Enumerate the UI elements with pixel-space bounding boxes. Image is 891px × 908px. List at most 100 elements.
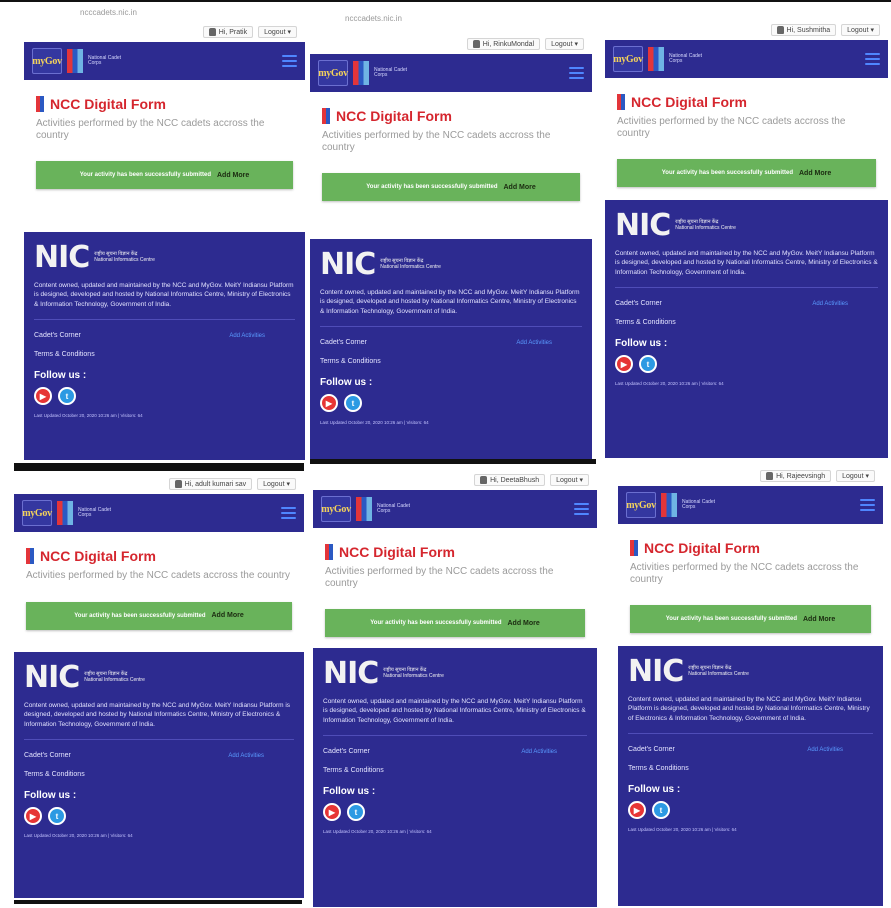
logout-label: Logout [264,29,286,36]
logout-button[interactable]: Logout ▾ [258,26,297,38]
nic-logo-mark: NIC [615,208,671,243]
footer-row-terms: Terms & Conditions [323,767,587,774]
terms-link[interactable]: Terms & Conditions [320,358,381,365]
terms-link[interactable]: Terms & Conditions [615,319,676,326]
page-title: NCC Digital Form [339,544,455,560]
user-greeting[interactable]: Hi, DeetaBhush [474,474,546,486]
add-more-button[interactable]: Add More [503,184,535,191]
twitter-icon[interactable]: t [344,394,362,413]
browser-url-hint: ncccadets.nic.in [345,14,402,23]
nic-logo: NIC राष्ट्रीय सूचना विज्ञान केंद्र Nation… [615,208,878,243]
hamburger-menu-icon[interactable] [281,507,296,519]
twitter-icon[interactable]: t [652,801,670,820]
mobile-screenshot: Hi, Rajeevsingh Logout ▾ myGov National … [618,466,883,906]
twitter-icon[interactable]: t [58,387,76,406]
add-activities-link[interactable]: Add Activities [807,747,843,753]
nic-logo: NIC राष्ट्रीय सूचना विज्ञान केंद्र Nation… [323,659,587,689]
logo-cluster[interactable]: myGov National Cadet Corps [318,60,414,86]
hamburger-menu-icon[interactable] [282,55,297,67]
title-row: NCC Digital Form [325,544,585,560]
form-body: NCC Digital Form Activities performed by… [618,524,883,633]
logo-cluster[interactable]: myGov National Cadet Corps [613,46,709,72]
page-subtitle: Activities performed by the NCC cadets a… [630,562,859,585]
footer-row-cadets: Cadet's Corner Add Activities [628,746,873,753]
twitter-icon[interactable]: t [639,355,657,374]
twitter-icon[interactable]: t [48,807,66,826]
user-icon [174,480,182,488]
cadets-corner-link[interactable]: Cadet's Corner [615,300,662,307]
page-title: NCC Digital Form [40,548,156,564]
screenshot-collage: { "browser_hints": ["ncccadets.nic.in", … [0,0,891,908]
form-body: NCC Digital Form Activities performed by… [313,528,597,637]
add-activities-link[interactable]: Add Activities [228,753,264,759]
logout-label: Logout [842,473,864,480]
hamburger-menu-icon[interactable] [865,53,880,65]
success-text: Your activity has been successfully subm… [74,612,206,619]
ncc-flag-icon [325,544,333,560]
site-footer: NIC राष्ट्रीय सूचना विज्ञान केंद्र Nation… [14,652,304,898]
add-more-button[interactable]: Add More [217,172,249,179]
user-greeting[interactable]: Hi, Rajeevsingh [760,470,832,482]
logo-cluster[interactable]: myGov National Cadet Corps [22,500,118,526]
add-more-button[interactable]: Add More [799,170,831,177]
terms-link[interactable]: Terms & Conditions [628,765,689,772]
form-body: NCC Digital Form Activities performed by… [310,92,592,201]
title-row: NCC Digital Form [630,540,871,556]
add-more-button[interactable]: Add More [803,616,835,623]
youtube-icon[interactable]: ▶ [323,803,341,822]
add-activities-link[interactable]: Add Activities [229,333,265,339]
hamburger-menu-icon[interactable] [569,67,584,79]
hamburger-menu-icon[interactable] [574,503,589,515]
logout-button[interactable]: Logout ▾ [836,470,875,482]
form-body: NCC Digital Form Activities performed by… [605,78,888,187]
user-greeting[interactable]: Hi, Pratik [202,26,254,38]
twitter-icon[interactable]: t [347,803,365,822]
site-header: myGov National Cadet Corps [313,490,597,528]
page-subtitle: Activities performed by the NCC cadets a… [36,118,265,141]
mygov-logo: myGov [626,492,656,518]
add-more-button[interactable]: Add More [211,612,243,619]
terms-link[interactable]: Terms & Conditions [24,771,85,778]
divider-bar [310,459,596,464]
logo-cluster[interactable]: myGov National Cadet Corps [626,492,722,518]
add-activities-link[interactable]: Add Activities [516,340,552,346]
footer-row-cadets: Cadet's Corner Add Activities [24,752,294,759]
cadets-corner-link[interactable]: Cadet's Corner [34,332,81,339]
youtube-icon[interactable]: ▶ [24,807,42,826]
youtube-icon[interactable]: ▶ [34,387,52,406]
add-more-button[interactable]: Add More [507,620,539,627]
user-greeting[interactable]: Hi, RinkuMondal [466,38,541,50]
follow-us-heading: Follow us : [628,784,681,796]
footer-description: Content owned, updated and maintained by… [24,702,291,728]
youtube-icon[interactable]: ▶ [628,801,646,820]
youtube-icon[interactable]: ▶ [615,355,633,374]
success-banner: Your activity has been successfully subm… [325,609,585,637]
social-links: ▶ t [24,807,294,826]
cadets-corner-link[interactable]: Cadet's Corner [323,748,370,755]
add-activities-link[interactable]: Add Activities [521,749,557,755]
logout-label: Logout [551,41,573,48]
terms-link[interactable]: Terms & Conditions [323,767,384,774]
user-greeting[interactable]: Hi, Sushmitha [770,24,837,36]
logout-button[interactable]: Logout ▾ [841,24,880,36]
user-name: Hi, Pratik [218,28,248,36]
youtube-icon[interactable]: ▶ [320,394,338,413]
cadets-corner-link[interactable]: Cadet's Corner [320,339,367,346]
logout-button[interactable]: Logout ▾ [257,478,296,490]
mygov-logo: myGov [22,500,52,526]
logout-button[interactable]: Logout ▾ [550,474,589,486]
page-subtitle: Activities performed by the NCC cadets a… [325,566,554,589]
mobile-screenshot: Hi, DeetaBhush Logout ▾ myGov National C… [313,470,597,907]
social-links: ▶ t [628,801,873,820]
logo-cluster[interactable]: myGov National Cadet Corps [32,48,128,74]
logout-button[interactable]: Logout ▾ [545,38,584,50]
logo-cluster[interactable]: myGov National Cadet Corps [321,496,417,522]
add-activities-link[interactable]: Add Activities [812,301,848,307]
ncc-flag-icon [322,108,330,124]
cadets-corner-link[interactable]: Cadet's Corner [24,752,71,759]
terms-link[interactable]: Terms & Conditions [34,351,95,358]
page-title: NCC Digital Form [631,94,747,110]
cadets-corner-link[interactable]: Cadet's Corner [628,746,675,753]
hamburger-menu-icon[interactable] [860,499,875,511]
user-greeting[interactable]: Hi, adult kumari sav [168,478,253,490]
